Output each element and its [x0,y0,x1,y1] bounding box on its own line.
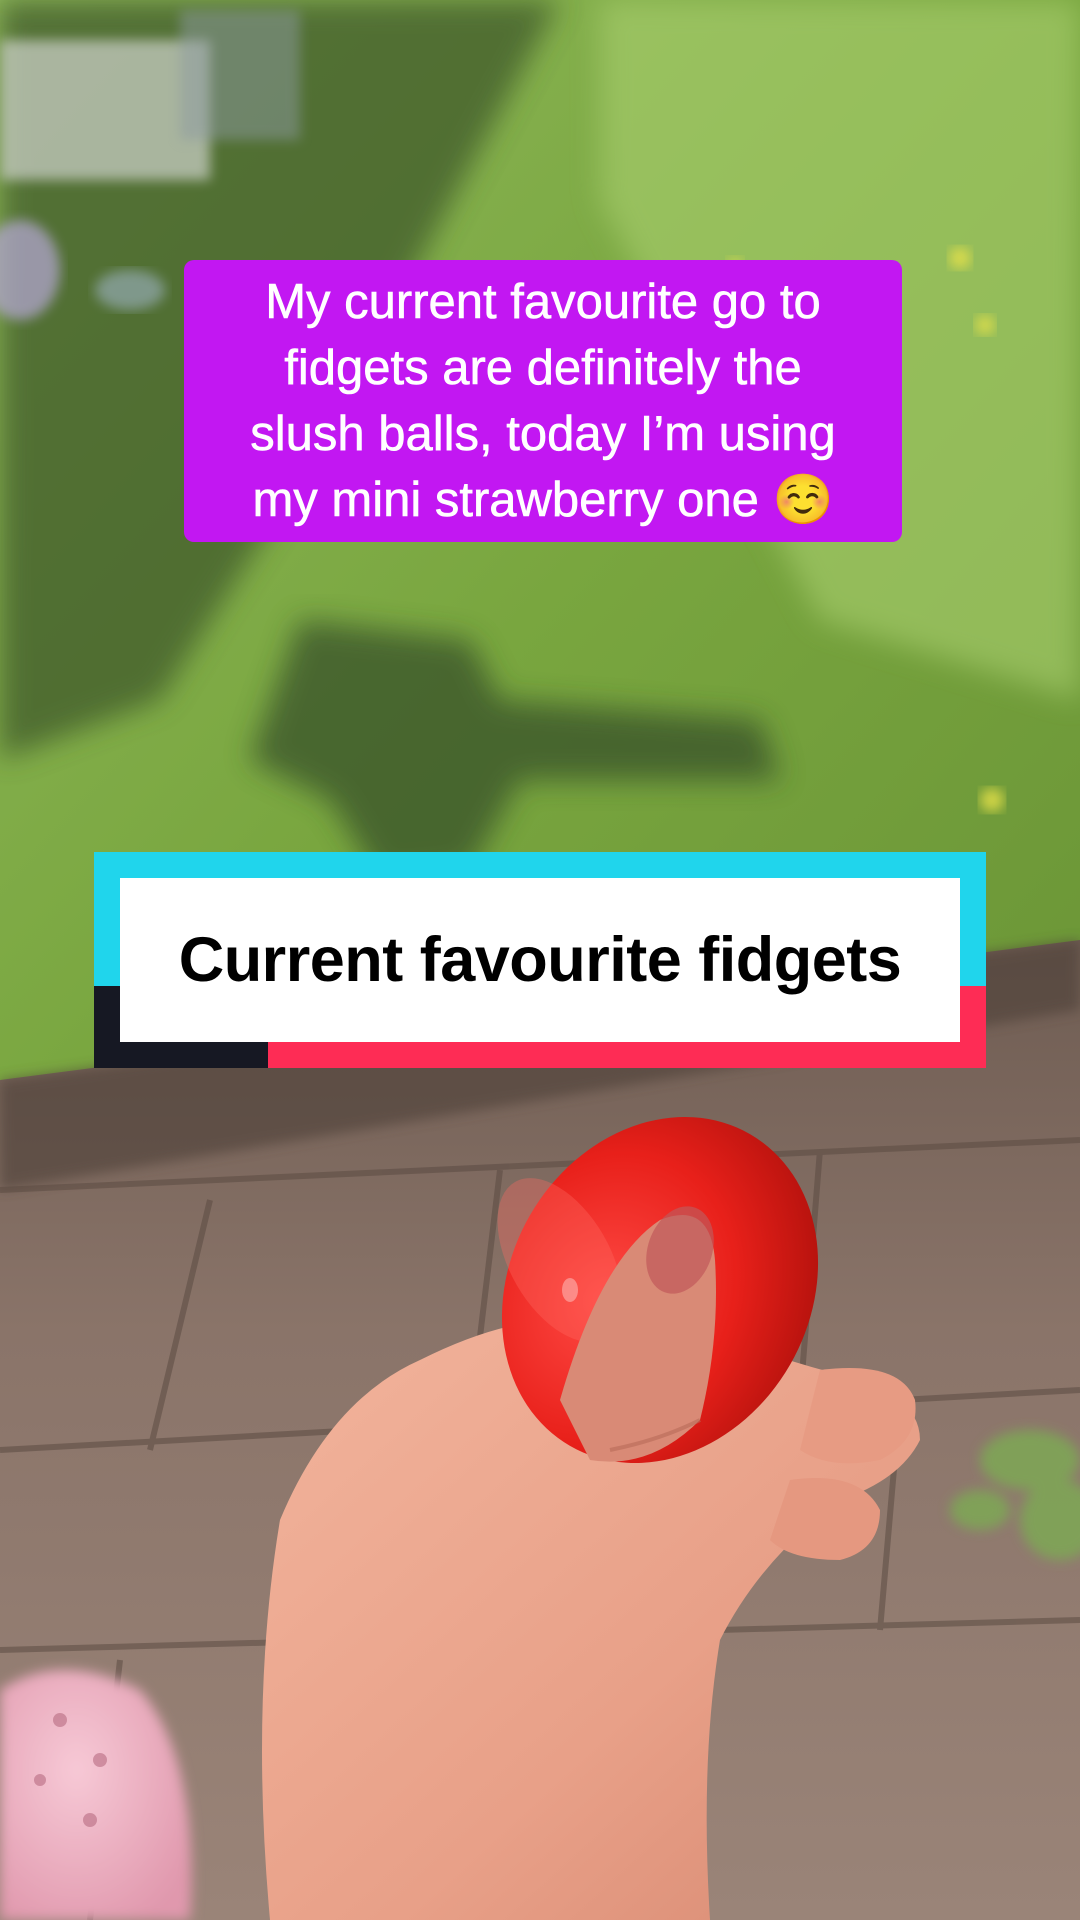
title-card-text: Current favourite fidgets [178,925,902,995]
video-frame: My current favourite go to fidgets are d… [0,0,1080,1920]
caption-box: My current favourite go to fidgets are d… [184,260,902,542]
caption-line: fidgets are definitely the [284,341,802,396]
title-card-panel: Current favourite fidgets [120,878,960,1042]
title-card: Current favourite fidgets [94,852,986,1068]
caption-line: slush balls, today I’m using [250,407,836,462]
caption-line: my mini strawberry one ☺️ [252,473,834,528]
caption-line: My current favourite go to [265,275,821,330]
